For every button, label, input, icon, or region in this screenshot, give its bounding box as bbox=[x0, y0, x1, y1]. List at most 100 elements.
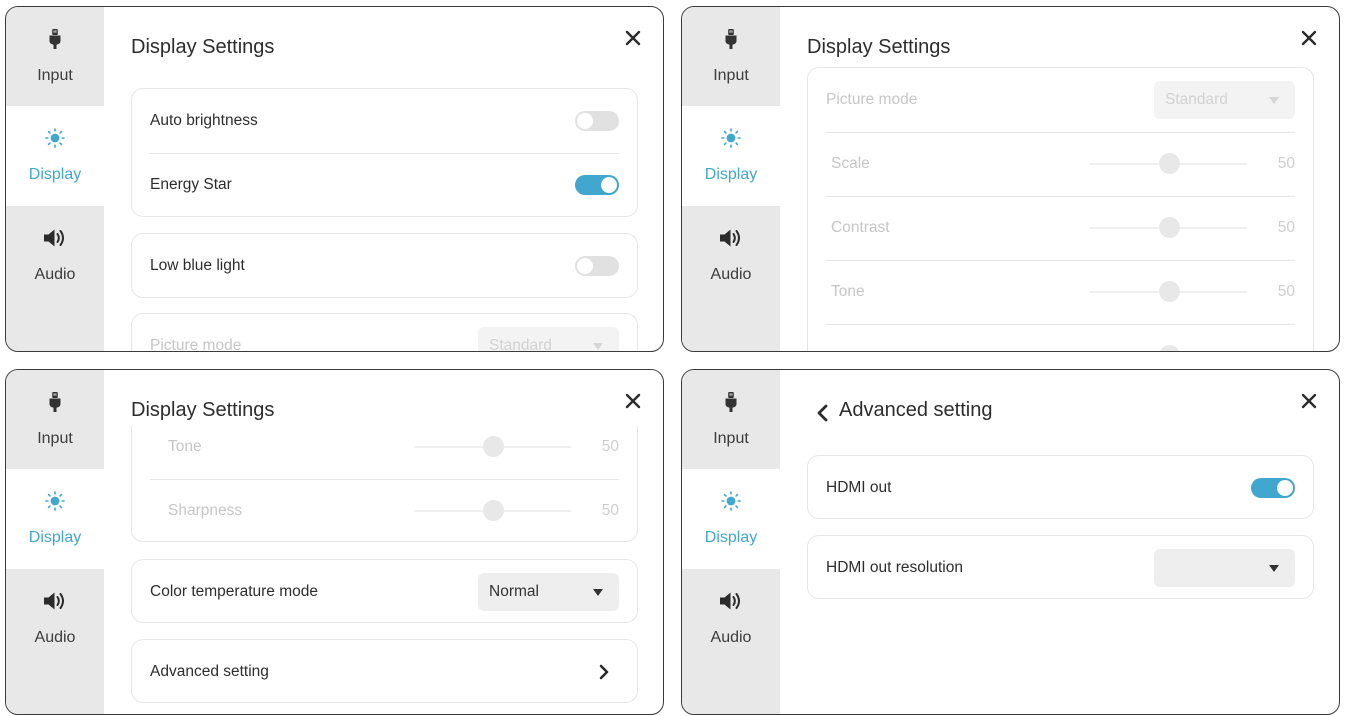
speaker-icon bbox=[6, 228, 104, 248]
sidebar-item-audio[interactable]: Audio bbox=[682, 206, 780, 306]
plug-icon bbox=[6, 392, 104, 412]
sidebar-item-audio[interactable]: Audio bbox=[6, 569, 104, 669]
slider-handle[interactable] bbox=[482, 436, 504, 457]
energy-star-toggle[interactable] bbox=[575, 175, 619, 195]
close-icon[interactable] bbox=[623, 28, 643, 48]
picture-settings-card: Picture mode Standard Scale 50 Contrast … bbox=[807, 67, 1314, 351]
sidebar-item-label: Audio bbox=[710, 266, 752, 283]
page-title: Display Settings bbox=[131, 36, 275, 58]
sharpness-slider[interactable] bbox=[414, 500, 571, 521]
picture-mode-dropdown[interactable]: Standard bbox=[478, 327, 619, 352]
color-temperature-dropdown[interactable]: Normal bbox=[478, 573, 619, 611]
sidebar-item-label: Input bbox=[37, 67, 73, 84]
sidebar-item-audio[interactable]: Audio bbox=[682, 569, 780, 669]
slider-value: 50 bbox=[1277, 283, 1295, 300]
picture-card: Picture mode Standard bbox=[131, 313, 638, 352]
dropdown-value: Normal bbox=[489, 583, 539, 600]
plug-icon bbox=[682, 29, 780, 49]
hdmi-resolution-label: HDMI out resolution bbox=[826, 559, 963, 576]
sidebar-item-label: Display bbox=[28, 529, 82, 546]
slider-label: Contrast bbox=[831, 219, 890, 236]
hdmi-resolution-dropdown[interactable] bbox=[1154, 549, 1295, 587]
auto-brightness-toggle[interactable] bbox=[575, 111, 619, 131]
settings-panel-3: Input Display Audio Tone 50 Sharpness 50… bbox=[5, 369, 664, 715]
caret-down-icon bbox=[1269, 565, 1279, 572]
sidebar-item-label: Input bbox=[713, 67, 749, 84]
speaker-icon bbox=[682, 228, 780, 248]
hdmi-resolution-card: HDMI out resolution bbox=[807, 535, 1314, 599]
caret-down-icon bbox=[1269, 97, 1279, 104]
sun-icon bbox=[6, 128, 104, 148]
sidebar: Input Display Audio bbox=[682, 7, 780, 351]
sidebar-item-input[interactable]: Input bbox=[6, 370, 104, 470]
sidebar-item-label: Display bbox=[704, 529, 758, 546]
color-temperature-card: Color temperature mode Normal bbox=[131, 559, 638, 623]
tone-slider[interactable] bbox=[414, 436, 571, 457]
slider-handle[interactable] bbox=[1158, 345, 1180, 351]
low-blue-light-card: Low blue light bbox=[131, 233, 638, 298]
color-temperature-row: Color temperature mode Normal bbox=[150, 560, 619, 624]
hdmi-out-toggle[interactable] bbox=[1251, 478, 1295, 498]
advanced-setting-label: Advanced setting bbox=[150, 663, 269, 680]
picture-mode-label: Picture mode bbox=[150, 337, 242, 352]
slider-label: Scale bbox=[831, 155, 870, 172]
dropdown-value: Standard bbox=[1165, 91, 1228, 108]
sharpness-row: Sharpness 50 bbox=[150, 479, 619, 543]
scale-slider[interactable] bbox=[1090, 153, 1247, 174]
picture-mode-row: Picture mode Standard bbox=[150, 314, 619, 352]
speaker-icon bbox=[6, 591, 104, 611]
hdmi-out-label: HDMI out bbox=[826, 479, 892, 496]
low-blue-light-toggle[interactable] bbox=[575, 256, 619, 276]
sidebar-item-label: Audio bbox=[34, 266, 76, 283]
sidebar-item-display[interactable]: Display bbox=[6, 469, 104, 569]
slider-value: 50 bbox=[1277, 155, 1295, 172]
energy-star-label: Energy Star bbox=[150, 176, 232, 193]
sidebar-item-label: Input bbox=[713, 430, 749, 447]
sidebar-item-input[interactable]: Input bbox=[6, 7, 104, 107]
back-arrow-icon[interactable] bbox=[815, 404, 831, 422]
sidebar-item-label: Display bbox=[28, 166, 82, 183]
slider-handle[interactable] bbox=[482, 500, 504, 521]
sidebar-item-display[interactable]: Display bbox=[682, 469, 780, 569]
sun-icon bbox=[6, 491, 104, 511]
advanced-setting-row[interactable]: Advanced setting bbox=[150, 640, 619, 704]
advanced-setting-card[interactable]: Advanced setting bbox=[131, 639, 638, 703]
plug-icon bbox=[682, 392, 780, 412]
slider-value: 50 bbox=[601, 502, 619, 519]
sidebar-item-display[interactable]: Display bbox=[682, 106, 780, 206]
sidebar: Input Display Audio bbox=[682, 370, 780, 714]
close-icon[interactable] bbox=[623, 391, 643, 411]
sidebar-item-label: Input bbox=[37, 430, 73, 447]
hdmi-out-row: HDMI out bbox=[826, 456, 1295, 520]
auto-brightness-row: Auto brightness bbox=[150, 89, 619, 153]
sidebar-item-audio[interactable]: Audio bbox=[6, 206, 104, 306]
sidebar: Input Display Audio bbox=[6, 370, 104, 714]
page-title: Advanced setting bbox=[839, 399, 993, 421]
close-icon[interactable] bbox=[1299, 391, 1319, 411]
settings-panel-1: Input Display Audio Display Settings Aut… bbox=[5, 6, 664, 352]
energy-star-row: Energy Star bbox=[150, 153, 619, 217]
slider-value: 50 bbox=[1277, 219, 1295, 236]
plug-icon bbox=[6, 29, 104, 49]
brightness-card: Auto brightness Energy Star bbox=[131, 88, 638, 217]
sidebar-item-label: Display bbox=[704, 166, 758, 183]
settings-panel-2: Input Display Audio Display Settings Pic… bbox=[681, 6, 1340, 352]
slider-handle[interactable] bbox=[1158, 153, 1180, 174]
slider-handle[interactable] bbox=[1158, 281, 1180, 302]
sun-icon bbox=[682, 491, 780, 511]
slider-handle[interactable] bbox=[1158, 217, 1180, 238]
sidebar-item-input[interactable]: Input bbox=[682, 7, 780, 107]
dropdown-value: Standard bbox=[489, 337, 552, 352]
page-title: Display Settings bbox=[807, 36, 951, 58]
close-icon[interactable] bbox=[1299, 28, 1319, 48]
next-slider-row bbox=[826, 324, 1295, 351]
low-blue-light-label: Low blue light bbox=[150, 257, 245, 274]
picture-mode-dropdown[interactable]: Standard bbox=[1154, 81, 1295, 119]
sidebar-item-display[interactable]: Display bbox=[6, 106, 104, 206]
contrast-slider[interactable] bbox=[1090, 217, 1247, 238]
tone-row: Tone 50 bbox=[826, 260, 1295, 324]
sidebar-item-input[interactable]: Input bbox=[682, 370, 780, 470]
tone-slider[interactable] bbox=[1090, 281, 1247, 302]
slider-label: Sharpness bbox=[168, 502, 243, 519]
hdmi-resolution-row: HDMI out resolution bbox=[826, 536, 1295, 600]
